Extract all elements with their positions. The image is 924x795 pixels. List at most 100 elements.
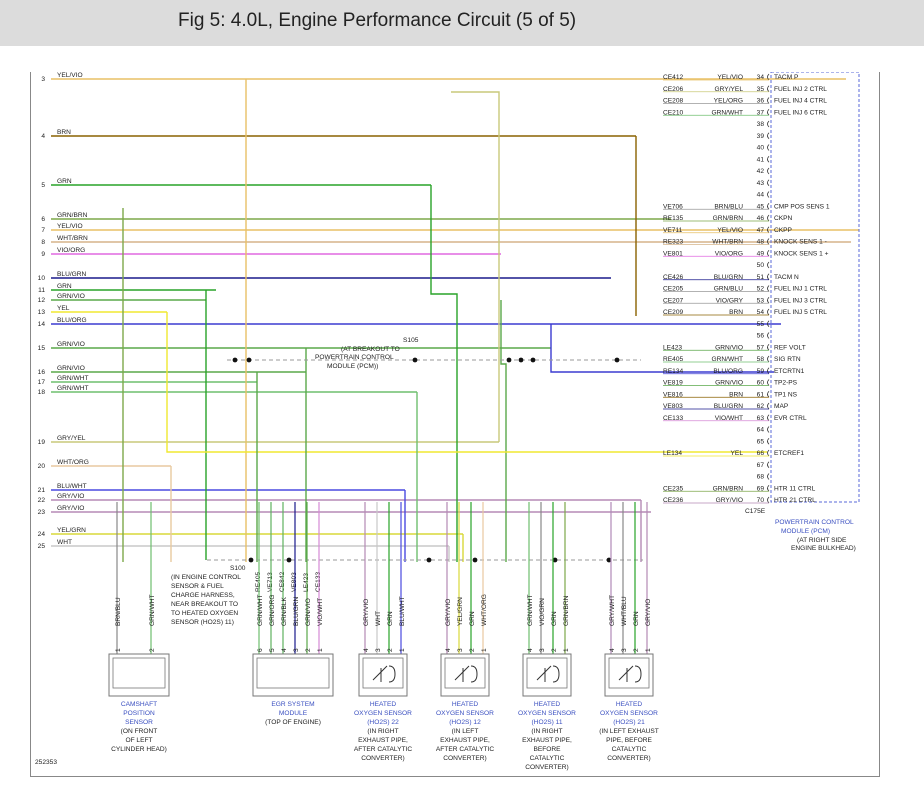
left-wire-color-label: GRN xyxy=(57,178,72,185)
component-label: HEATED xyxy=(616,701,642,708)
left-wire-number: 3 xyxy=(41,76,45,83)
component-label: OXYGEN SENSOR xyxy=(436,710,494,717)
left-wire-number: 13 xyxy=(38,309,46,316)
s105-splice-dot xyxy=(518,357,524,363)
pcm-pin-terminal xyxy=(767,390,770,398)
component-pin-number: 3 xyxy=(539,648,546,652)
component-pin-number: 2 xyxy=(387,648,394,652)
component-label: CONVERTER) xyxy=(443,755,486,762)
pcm-pin-number: 44 xyxy=(757,192,765,199)
component-wire-label: GRY/VIO xyxy=(363,599,370,626)
pcm-label: POWERTRAIN CONTROL xyxy=(775,519,854,526)
pcm-pin-terminal xyxy=(767,332,770,339)
component-label: (HO2S) 12 xyxy=(449,719,481,726)
component-pin-number: 3 xyxy=(293,648,300,652)
s100-splice-dot xyxy=(248,557,254,563)
pcm-pin-38: 38 xyxy=(757,120,770,128)
pcm-pin-name: FUEL INJ 5 CTRL xyxy=(774,309,827,316)
component-label: (IN RIGHT xyxy=(531,728,562,735)
component-label: AFTER CATALYTIC xyxy=(436,746,494,753)
pcm-pin-terminal xyxy=(767,273,770,281)
s105-splice-dot xyxy=(530,357,536,363)
pcm-pin-number: 38 xyxy=(757,121,765,128)
s100-splice-dot xyxy=(426,557,432,563)
component-wire-label: YEL/GRN xyxy=(457,597,464,626)
pcm-pin-name: FUEL INJ 4 CTRL xyxy=(774,98,827,105)
component-label: OXYGEN SENSOR xyxy=(600,710,658,717)
component-pin-number: 1 xyxy=(645,648,652,652)
component-label: BEFORE xyxy=(533,746,561,753)
component-pin-number: 2 xyxy=(305,648,312,652)
component-label: EXHAUST PIPE, xyxy=(358,737,408,744)
component-inner xyxy=(362,657,404,689)
component-wire-label: GRY/VIO xyxy=(645,599,652,626)
pcm-pin-number: 40 xyxy=(757,145,765,152)
component-pin-number: 4 xyxy=(281,648,288,652)
pcm-pin-44: 44 xyxy=(757,191,770,199)
s100-splice-dot xyxy=(286,557,292,563)
left-wire-number: 12 xyxy=(38,297,46,304)
left-wire-color-label: WHT/BRN xyxy=(57,235,88,242)
pcm-pin-name: TP1 NS xyxy=(774,391,798,398)
left-wire-number: 10 xyxy=(38,275,46,282)
component-wire-label: WHT/ORG xyxy=(481,594,488,626)
component-wire-label: BLU/WHT xyxy=(399,596,406,626)
pcm-pin-number: 65 xyxy=(757,438,765,445)
pcm-pin-terminal xyxy=(767,132,770,140)
left-wire-color-label: GRN/WHT xyxy=(57,385,89,392)
component-inner xyxy=(112,657,166,689)
component-label: AFTER CATALYTIC xyxy=(354,746,412,753)
component-label: CYLINDER HEAD) xyxy=(111,746,167,753)
component-label: (IN LEFT EXHAUST xyxy=(599,728,659,735)
pcm-pin-terminal xyxy=(767,120,770,128)
pcm-pin-terminal xyxy=(767,461,770,469)
component-pin-number: 1 xyxy=(563,648,570,652)
pcm-pin-terminal xyxy=(767,296,770,304)
component-label: EXHAUST PIPE, xyxy=(440,737,490,744)
pcm-pin-terminal xyxy=(767,261,770,269)
pcm-pin-name: ETCREF1 xyxy=(774,450,804,457)
s105-splice-dot xyxy=(232,357,238,363)
pcm-pin-terminal xyxy=(767,191,770,198)
component-wire-label: WHT/BLU xyxy=(621,596,628,626)
pcm-pin-terminal xyxy=(767,97,770,104)
vertical-run xyxy=(500,300,507,562)
component-pin-number: 2 xyxy=(469,648,476,652)
component-label: CAMSHAFT xyxy=(121,701,157,708)
pcm-pin-name: CKPN xyxy=(774,215,793,222)
pcm-pin-terminal xyxy=(767,108,770,116)
left-wire-color-label: BRN xyxy=(57,129,71,136)
left-wire-number: 18 xyxy=(38,389,46,396)
pcm-pin-terminal xyxy=(767,414,770,422)
component-label: MODULE xyxy=(279,710,308,717)
left-wire-number: 24 xyxy=(38,531,46,538)
left-wire-number: 23 xyxy=(38,509,46,516)
component-wire-label: GRN xyxy=(469,611,476,626)
component-label: OXYGEN SENSOR xyxy=(354,710,412,717)
s105-note: (AT BREAKOUT TO xyxy=(341,346,400,353)
figure-id: 252353 xyxy=(35,759,57,766)
s100-note: TO HEATED OXYGEN xyxy=(171,610,238,617)
s105-splice-dot xyxy=(614,357,620,363)
left-wire-number: 5 xyxy=(41,182,45,189)
component-pin-number: 2 xyxy=(551,648,558,652)
component-wire-label: GRN/VIO xyxy=(305,598,312,626)
pcm-pin-terminal xyxy=(767,167,770,175)
component-pin-number: 3 xyxy=(621,648,628,652)
pcm-pin-name: TACM N xyxy=(774,274,799,281)
pcm-pin-42: 42 xyxy=(757,167,770,175)
pcm-pin-name: HTR 11 CTRL xyxy=(774,485,816,492)
component-label: CATALYTIC xyxy=(530,755,565,762)
pcm-pin-name: REF VOLT xyxy=(774,344,806,351)
s100-note: (IN ENGINE CONTROL xyxy=(171,574,241,581)
component-inner xyxy=(608,657,650,689)
pcm-pin-terminal xyxy=(767,355,770,363)
component-pin-number: 3 xyxy=(375,648,382,652)
pcm-pin-name: FUEL INJ 2 CTRL xyxy=(774,86,827,93)
pcm-pin-name: CMP POS SENS 1 xyxy=(774,203,830,210)
component-pin-number: 4 xyxy=(445,648,452,652)
pcm-pin-56: 56 xyxy=(757,332,770,340)
pcm-pin-terminal xyxy=(767,249,770,257)
component-pin-number: 4 xyxy=(527,648,534,652)
s105-splice-dot xyxy=(506,357,512,363)
